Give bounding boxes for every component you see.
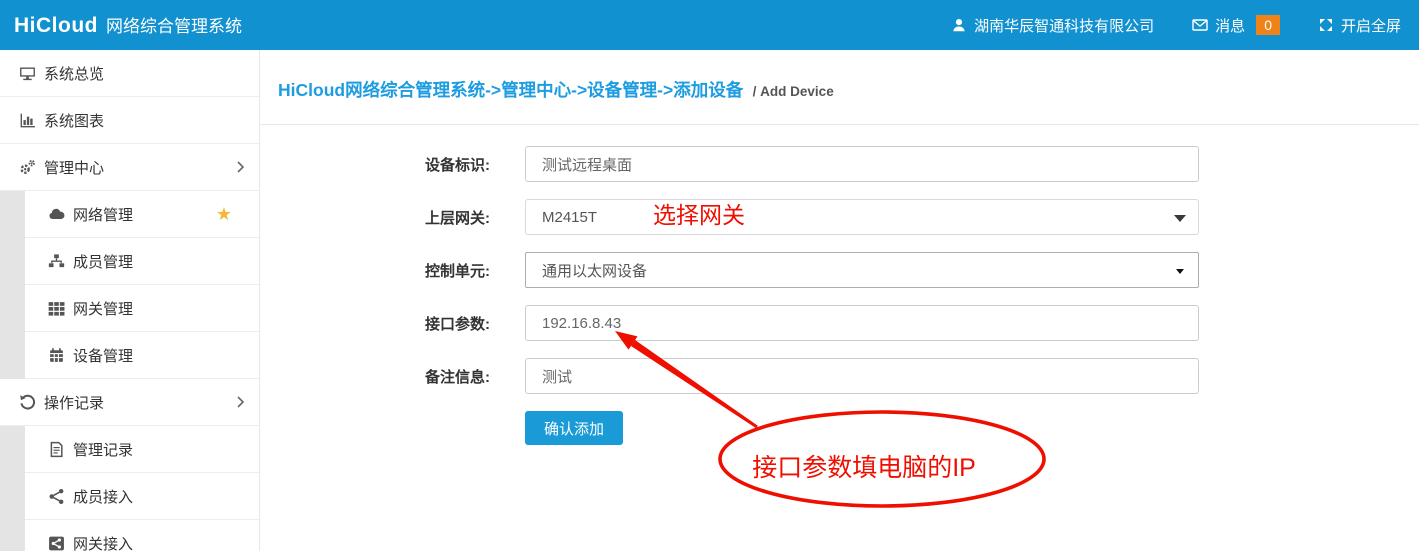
company-account[interactable]: 湖南华辰智通科技有限公司: [951, 15, 1154, 36]
caret-down-icon: [1174, 215, 1186, 222]
sidebar-item-member-management[interactable]: 成员管理: [25, 238, 259, 285]
sidebar-item-management-center[interactable]: 管理中心: [0, 144, 259, 191]
brand-subtitle: 网络综合管理系统: [106, 12, 242, 37]
envelope-icon: [1192, 17, 1208, 33]
expand-arrows-icon: [1318, 17, 1334, 33]
sidebar-item-member-access[interactable]: 成员接入: [25, 473, 259, 520]
company-name: 湖南华辰智通科技有限公司: [974, 15, 1154, 36]
device-id-label: 设备标识:: [260, 154, 490, 175]
breadcrumb-subtitle: / Add Device: [753, 84, 834, 99]
sidebar: 系统总览 系统图表 管理中心 网络管理 ★ 成员管理: [0, 50, 260, 551]
star-icon[interactable]: ★: [216, 205, 232, 223]
control-unit-value: 通用以太网设备: [542, 260, 647, 281]
chevron-right-icon: [236, 396, 246, 408]
remark-field[interactable]: [525, 358, 1199, 394]
sidebar-item-network-management[interactable]: 网络管理 ★: [25, 191, 259, 238]
top-navbar: HiCloud 网络综合管理系统 湖南华辰智通科技有限公司 消息 0 开启全屏: [0, 0, 1419, 50]
calendar-icon: [48, 347, 66, 364]
messages-button[interactable]: 消息 0: [1192, 15, 1280, 36]
main-content: HiCloud网络综合管理系统->管理中心->设备管理->添加设备 / Add …: [260, 50, 1419, 551]
share-square-icon: [48, 535, 66, 551]
remark-label: 备注信息:: [260, 366, 490, 387]
desktop-icon: [19, 65, 37, 82]
history-icon: [19, 394, 37, 411]
sidebar-item-gateway-access[interactable]: 网关接入: [25, 520, 259, 551]
add-device-form: 设备标识: 上层网关: M2415T 控制单元: 通用以太网设备 接口参数:: [260, 125, 1419, 445]
sidebar-item-gateway-management[interactable]: 网关管理: [25, 285, 259, 332]
operation-records-submenu: 管理记录 成员接入 网关接入: [0, 426, 259, 551]
fullscreen-button[interactable]: 开启全屏: [1318, 15, 1401, 36]
sitemap-icon: [48, 253, 66, 270]
breadcrumb: HiCloud网络综合管理系统->管理中心->设备管理->添加设备: [278, 80, 743, 100]
grid-icon: [48, 300, 66, 317]
confirm-add-button[interactable]: 确认添加: [525, 411, 623, 445]
messages-count-badge: 0: [1256, 15, 1280, 35]
sidebar-item-system-charts[interactable]: 系统图表: [0, 97, 259, 144]
share-icon: [48, 488, 66, 505]
interface-params-field[interactable]: [525, 305, 1199, 341]
sidebar-item-device-management[interactable]: 设备管理: [25, 332, 259, 379]
upper-gateway-value: M2415T: [542, 209, 597, 226]
upper-gateway-select[interactable]: M2415T: [525, 199, 1199, 235]
gears-icon: [19, 159, 37, 176]
upper-gateway-label: 上层网关:: [260, 207, 490, 228]
interface-params-label: 接口参数:: [260, 313, 490, 334]
bar-chart-icon: [19, 112, 37, 129]
sidebar-item-operation-records[interactable]: 操作记录: [0, 379, 259, 426]
brand-name: HiCloud: [14, 14, 98, 38]
caret-down-icon: [1176, 269, 1184, 274]
sidebar-item-management-records[interactable]: 管理记录: [25, 426, 259, 473]
chevron-right-icon: [236, 161, 246, 173]
fullscreen-label: 开启全屏: [1341, 15, 1401, 36]
page-header: HiCloud网络综合管理系统->管理中心->设备管理->添加设备 / Add …: [260, 50, 1419, 125]
management-center-submenu: 网络管理 ★ 成员管理 网关管理 设备管理: [0, 191, 259, 379]
sidebar-item-system-overview[interactable]: 系统总览: [0, 50, 259, 97]
control-unit-label: 控制单元:: [260, 260, 490, 281]
control-unit-select[interactable]: 通用以太网设备: [525, 252, 1199, 288]
device-id-field[interactable]: [525, 146, 1199, 182]
messages-label: 消息: [1215, 15, 1245, 36]
document-icon: [48, 441, 66, 458]
user-icon: [951, 17, 967, 33]
cloud-icon: [48, 206, 66, 223]
app-brand[interactable]: HiCloud 网络综合管理系统: [0, 12, 242, 38]
